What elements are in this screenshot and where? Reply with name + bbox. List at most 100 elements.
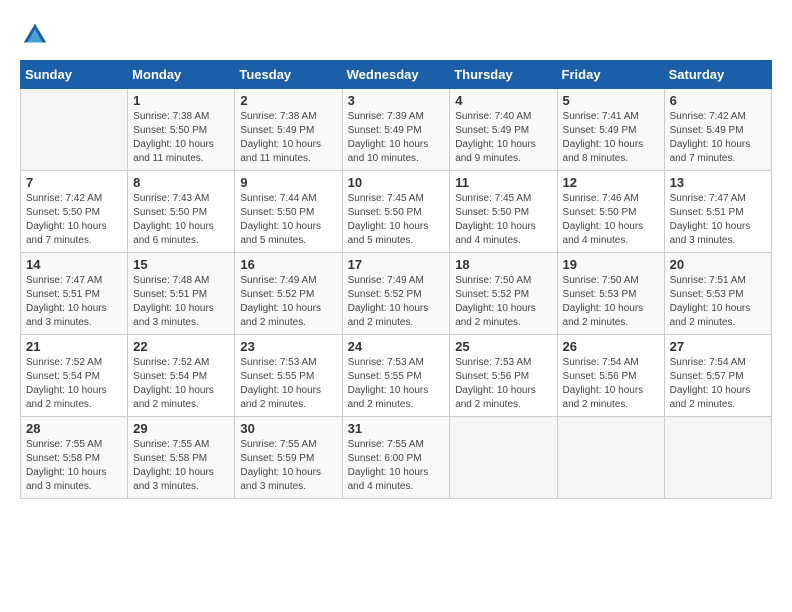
day-number: 12 [563,175,659,190]
day-cell: 24 Sunrise: 7:53 AM Sunset: 5:55 PM Dayli… [342,335,450,417]
day-info: Sunrise: 7:52 AM Sunset: 5:54 PM Dayligh… [26,356,122,412]
calendar-table: SundayMondayTuesdayWednesdayThursdayFrid… [20,60,772,499]
day-info: Sunrise: 7:41 AM Sunset: 5:49 PM Dayligh… [563,110,659,166]
day-number: 29 [133,421,229,436]
day-info: Sunrise: 7:45 AM Sunset: 5:50 PM Dayligh… [455,192,551,248]
day-number: 17 [348,257,445,272]
day-number: 23 [240,339,336,354]
day-number: 24 [348,339,445,354]
week-row-3: 14 Sunrise: 7:47 AM Sunset: 5:51 PM Dayli… [21,253,772,335]
day-number: 14 [26,257,122,272]
logo [20,20,56,50]
day-info: Sunrise: 7:52 AM Sunset: 5:54 PM Dayligh… [133,356,229,412]
day-info: Sunrise: 7:43 AM Sunset: 5:50 PM Dayligh… [133,192,229,248]
day-cell: 3 Sunrise: 7:39 AM Sunset: 5:49 PM Daylig… [342,89,450,171]
day-number: 18 [455,257,551,272]
day-cell: 20 Sunrise: 7:51 AM Sunset: 5:53 PM Dayli… [664,253,771,335]
day-info: Sunrise: 7:55 AM Sunset: 6:00 PM Dayligh… [348,438,445,494]
day-cell: 21 Sunrise: 7:52 AM Sunset: 5:54 PM Dayli… [21,335,128,417]
column-header-saturday: Saturday [664,61,771,89]
day-cell [557,417,664,499]
day-cell: 9Sunrise: 7:44 AM Sunset: 5:50 PM Daylig… [235,171,342,253]
day-number: 4 [455,93,551,108]
day-info: Sunrise: 7:42 AM Sunset: 5:49 PM Dayligh… [670,110,766,166]
day-info: Sunrise: 7:42 AM Sunset: 5:50 PM Dayligh… [26,192,122,248]
day-info: Sunrise: 7:49 AM Sunset: 5:52 PM Dayligh… [240,274,336,330]
day-cell: 11 Sunrise: 7:45 AM Sunset: 5:50 PM Dayli… [450,171,557,253]
day-cell: 8 Sunrise: 7:43 AM Sunset: 5:50 PM Daylig… [128,171,235,253]
day-cell: 10Sunrise: 7:45 AM Sunset: 5:50 PM Dayli… [342,171,450,253]
day-cell [664,417,771,499]
day-number: 16 [240,257,336,272]
day-cell: 27 Sunrise: 7:54 AM Sunset: 5:57 PM Dayli… [664,335,771,417]
day-number: 7 [26,175,122,190]
day-cell: 29 Sunrise: 7:55 AM Sunset: 5:58 PM Dayli… [128,417,235,499]
day-info: Sunrise: 7:53 AM Sunset: 5:56 PM Dayligh… [455,356,551,412]
day-info: Sunrise: 7:50 AM Sunset: 5:52 PM Dayligh… [455,274,551,330]
day-number: 2 [240,93,336,108]
day-number: 21 [26,339,122,354]
day-info: Sunrise: 7:53 AM Sunset: 5:55 PM Dayligh… [348,356,445,412]
logo-icon [20,20,50,50]
day-cell: 22 Sunrise: 7:52 AM Sunset: 5:54 PM Dayli… [128,335,235,417]
week-row-5: 28 Sunrise: 7:55 AM Sunset: 5:58 PM Dayli… [21,417,772,499]
page-header [20,20,772,50]
day-info: Sunrise: 7:54 AM Sunset: 5:56 PM Dayligh… [563,356,659,412]
day-cell: 14 Sunrise: 7:47 AM Sunset: 5:51 PM Dayli… [21,253,128,335]
day-cell: 2 Sunrise: 7:38 AM Sunset: 5:49 PM Daylig… [235,89,342,171]
day-cell: 16 Sunrise: 7:49 AM Sunset: 5:52 PM Dayli… [235,253,342,335]
day-number: 11 [455,175,551,190]
day-cell: 19Sunrise: 7:50 AM Sunset: 5:53 PM Dayli… [557,253,664,335]
week-row-4: 21 Sunrise: 7:52 AM Sunset: 5:54 PM Dayli… [21,335,772,417]
day-info: Sunrise: 7:50 AM Sunset: 5:53 PM Dayligh… [563,274,659,330]
day-info: Sunrise: 7:54 AM Sunset: 5:57 PM Dayligh… [670,356,766,412]
day-info: Sunrise: 7:51 AM Sunset: 5:53 PM Dayligh… [670,274,766,330]
day-cell: 1Sunrise: 7:38 AM Sunset: 5:50 PM Daylig… [128,89,235,171]
day-number: 15 [133,257,229,272]
day-cell: 5 Sunrise: 7:41 AM Sunset: 5:49 PM Daylig… [557,89,664,171]
day-number: 10 [348,175,445,190]
day-info: Sunrise: 7:47 AM Sunset: 5:51 PM Dayligh… [26,274,122,330]
day-info: Sunrise: 7:40 AM Sunset: 5:49 PM Dayligh… [455,110,551,166]
day-cell: 30Sunrise: 7:55 AM Sunset: 5:59 PM Dayli… [235,417,342,499]
day-number: 22 [133,339,229,354]
day-info: Sunrise: 7:38 AM Sunset: 5:49 PM Dayligh… [240,110,336,166]
day-number: 8 [133,175,229,190]
day-info: Sunrise: 7:48 AM Sunset: 5:51 PM Dayligh… [133,274,229,330]
day-cell [450,417,557,499]
column-header-monday: Monday [128,61,235,89]
day-number: 27 [670,339,766,354]
day-cell: 28Sunrise: 7:55 AM Sunset: 5:58 PM Dayli… [21,417,128,499]
column-header-wednesday: Wednesday [342,61,450,89]
day-cell: 23 Sunrise: 7:53 AM Sunset: 5:55 PM Dayli… [235,335,342,417]
day-number: 3 [348,93,445,108]
day-cell: 7 Sunrise: 7:42 AM Sunset: 5:50 PM Daylig… [21,171,128,253]
day-cell: 18 Sunrise: 7:50 AM Sunset: 5:52 PM Dayli… [450,253,557,335]
day-number: 28 [26,421,122,436]
day-cell: 17 Sunrise: 7:49 AM Sunset: 5:52 PM Dayli… [342,253,450,335]
day-info: Sunrise: 7:55 AM Sunset: 5:59 PM Dayligh… [240,438,336,494]
day-number: 25 [455,339,551,354]
day-info: Sunrise: 7:39 AM Sunset: 5:49 PM Dayligh… [348,110,445,166]
column-header-sunday: Sunday [21,61,128,89]
day-info: Sunrise: 7:53 AM Sunset: 5:55 PM Dayligh… [240,356,336,412]
day-cell: 13 Sunrise: 7:47 AM Sunset: 5:51 PM Dayli… [664,171,771,253]
day-cell: 26Sunrise: 7:54 AM Sunset: 5:56 PM Dayli… [557,335,664,417]
week-row-2: 7 Sunrise: 7:42 AM Sunset: 5:50 PM Daylig… [21,171,772,253]
day-info: Sunrise: 7:47 AM Sunset: 5:51 PM Dayligh… [670,192,766,248]
day-number: 13 [670,175,766,190]
day-cell: 25 Sunrise: 7:53 AM Sunset: 5:56 PM Dayli… [450,335,557,417]
day-number: 20 [670,257,766,272]
column-header-friday: Friday [557,61,664,89]
day-number: 1 [133,93,229,108]
day-number: 5 [563,93,659,108]
day-info: Sunrise: 7:49 AM Sunset: 5:52 PM Dayligh… [348,274,445,330]
day-number: 31 [348,421,445,436]
day-cell: 15 Sunrise: 7:48 AM Sunset: 5:51 PM Dayli… [128,253,235,335]
day-number: 6 [670,93,766,108]
day-cell: 12Sunrise: 7:46 AM Sunset: 5:50 PM Dayli… [557,171,664,253]
column-header-tuesday: Tuesday [235,61,342,89]
day-cell: 4 Sunrise: 7:40 AM Sunset: 5:49 PM Daylig… [450,89,557,171]
column-header-thursday: Thursday [450,61,557,89]
day-info: Sunrise: 7:55 AM Sunset: 5:58 PM Dayligh… [133,438,229,494]
